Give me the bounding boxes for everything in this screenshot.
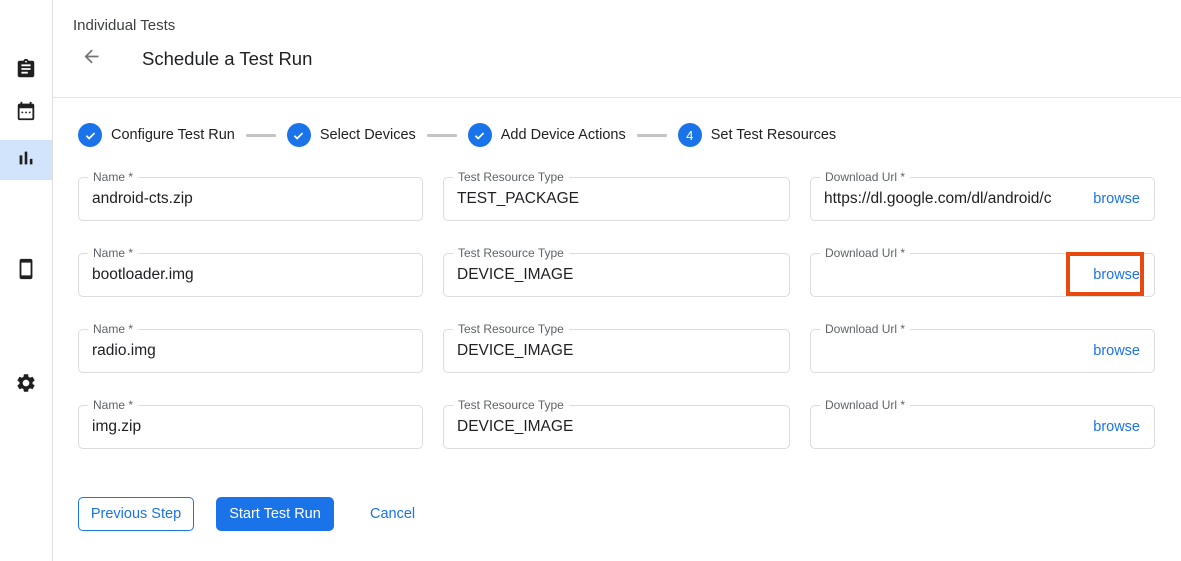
breadcrumb: Individual Tests — [73, 17, 1181, 34]
url-field-value — [811, 254, 1087, 296]
type-field-value: DEVICE_IMAGE — [444, 406, 789, 448]
name-field-value: img.zip — [79, 406, 422, 448]
type-field-row2[interactable]: Test Resource Type DEVICE_IMAGE — [443, 253, 790, 297]
browse-link-row2[interactable]: browse — [1087, 267, 1154, 283]
step-add-device-actions[interactable]: Add Device Actions — [468, 123, 626, 147]
name-field-label: Name * — [88, 246, 138, 260]
calendar-icon — [15, 100, 37, 127]
name-field-row3[interactable]: Name * radio.img — [78, 329, 423, 373]
browse-link-row3[interactable]: browse — [1087, 343, 1154, 359]
name-field-row2[interactable]: Name * bootloader.img — [78, 253, 423, 297]
url-field-label: Download Url * — [820, 322, 910, 336]
url-field-row4[interactable]: Download Url * browse — [810, 405, 1155, 449]
name-field-label: Name * — [88, 170, 138, 184]
sidebar — [0, 0, 53, 561]
url-field-row1[interactable]: Download Url * https://dl.google.com/dl/… — [810, 177, 1155, 221]
name-field-row4[interactable]: Name * img.zip — [78, 405, 423, 449]
step-configure-test-run[interactable]: Configure Test Run — [78, 123, 235, 147]
start-test-run-button[interactable]: Start Test Run — [216, 497, 334, 531]
arrow-back-icon — [81, 46, 102, 72]
browse-link-row4[interactable]: browse — [1087, 419, 1154, 435]
step-select-devices[interactable]: Select Devices — [287, 123, 416, 147]
step-label: Configure Test Run — [111, 127, 235, 143]
type-field-value: TEST_PACKAGE — [444, 178, 789, 220]
step-set-test-resources[interactable]: 4 Set Test Resources — [678, 123, 836, 147]
step-complete-check-icon — [468, 123, 492, 147]
gear-icon — [15, 372, 37, 399]
action-bar: Previous Step Start Test Run Cancel — [53, 497, 1181, 531]
type-field-label: Test Resource Type — [453, 398, 569, 412]
step-label: Set Test Resources — [711, 127, 836, 143]
browse-link-row1[interactable]: browse — [1087, 191, 1154, 207]
name-field-label: Name * — [88, 398, 138, 412]
url-field-value — [811, 406, 1087, 448]
type-field-row1[interactable]: Test Resource Type TEST_PACKAGE — [443, 177, 790, 221]
assignment-icon — [15, 58, 37, 85]
stepper-connector — [246, 134, 276, 137]
url-field-value — [811, 330, 1087, 372]
url-field-value: https://dl.google.com/dl/android/c — [811, 178, 1087, 220]
page-header: Individual Tests Schedule a Test Run — [53, 0, 1181, 98]
type-field-row3[interactable]: Test Resource Type DEVICE_IMAGE — [443, 329, 790, 373]
step-label: Select Devices — [320, 127, 416, 143]
bar-chart-icon — [15, 147, 37, 174]
sidebar-item-settings[interactable] — [0, 365, 52, 405]
type-field-label: Test Resource Type — [453, 322, 569, 336]
type-field-value: DEVICE_IMAGE — [444, 254, 789, 296]
type-field-label: Test Resource Type — [453, 246, 569, 260]
previous-step-button[interactable]: Previous Step — [78, 497, 194, 531]
sidebar-item-plans[interactable] — [0, 93, 52, 133]
name-field-value: android-cts.zip — [79, 178, 422, 220]
cancel-link[interactable]: Cancel — [370, 506, 415, 522]
stepper-connector — [637, 134, 667, 137]
sidebar-item-devices[interactable] — [0, 251, 52, 291]
step-complete-check-icon — [78, 123, 102, 147]
step-label: Add Device Actions — [501, 127, 626, 143]
sidebar-item-tests[interactable] — [0, 51, 52, 91]
stepper-connector — [427, 134, 457, 137]
smartphone-icon — [15, 258, 37, 285]
page-title: Schedule a Test Run — [142, 48, 312, 70]
name-field-label: Name * — [88, 322, 138, 336]
url-field-label: Download Url * — [820, 170, 910, 184]
main-content: Individual Tests Schedule a Test Run Con… — [53, 0, 1181, 561]
back-button[interactable] — [79, 47, 103, 71]
stepper: Configure Test Run Select Devices Add De… — [53, 123, 1181, 147]
url-field-row3[interactable]: Download Url * browse — [810, 329, 1155, 373]
name-field-row1[interactable]: Name * android-cts.zip — [78, 177, 423, 221]
type-field-value: DEVICE_IMAGE — [444, 330, 789, 372]
name-field-value: bootloader.img — [79, 254, 422, 296]
sidebar-item-test-runs[interactable] — [0, 140, 52, 180]
url-field-label: Download Url * — [820, 246, 910, 260]
name-field-value: radio.img — [79, 330, 422, 372]
type-field-label: Test Resource Type — [453, 170, 569, 184]
step-complete-check-icon — [287, 123, 311, 147]
test-resources-form: Name * android-cts.zip Test Resource Typ… — [53, 177, 1181, 449]
url-field-label: Download Url * — [820, 398, 910, 412]
step-number-badge: 4 — [678, 123, 702, 147]
type-field-row4[interactable]: Test Resource Type DEVICE_IMAGE — [443, 405, 790, 449]
url-field-row2[interactable]: Download Url * browse — [810, 253, 1155, 297]
